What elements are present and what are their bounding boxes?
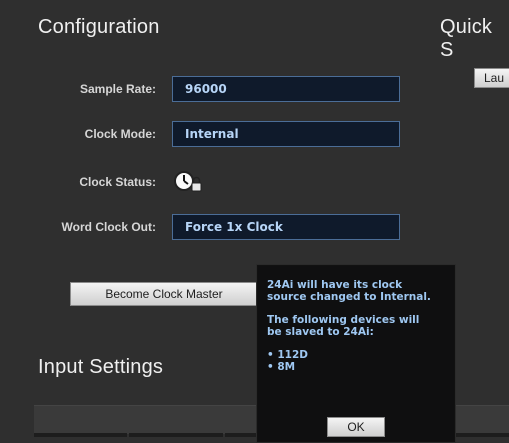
column-segment bbox=[129, 433, 223, 437]
device-item: 112D bbox=[267, 349, 447, 361]
ok-button-label: OK bbox=[347, 420, 365, 434]
word-clock-out-select[interactable]: Force 1x Clock bbox=[172, 214, 400, 240]
popup-line-2: source changed to Internal. bbox=[267, 291, 431, 303]
word-clock-out-value: Force 1x Clock bbox=[185, 220, 283, 234]
popup-line-3: The following devices will bbox=[267, 314, 420, 326]
launch-button-label: Lau bbox=[483, 71, 505, 85]
ok-button[interactable]: OK bbox=[327, 417, 385, 437]
quick-setup-title: Quick S bbox=[440, 16, 493, 61]
sample-rate-select[interactable]: 96000 bbox=[172, 76, 400, 102]
popup-line-4: be slaved to 24Ai: bbox=[267, 326, 374, 338]
clock-mode-label: Clock Mode: bbox=[84, 127, 156, 141]
sample-rate-label: Sample Rate: bbox=[79, 82, 156, 96]
launch-button[interactable]: Lau bbox=[474, 68, 509, 88]
clock-lock-icon bbox=[172, 168, 204, 196]
popup-line-1: 24Ai will have its clock bbox=[267, 279, 403, 291]
word-clock-out-label: Word Clock Out: bbox=[61, 220, 156, 234]
become-clock-master-label: Become Clock Master bbox=[105, 287, 223, 301]
become-clock-master-button[interactable]: Become Clock Master bbox=[70, 282, 258, 306]
clock-mode-select[interactable]: Internal bbox=[172, 121, 400, 147]
column-segment bbox=[34, 433, 128, 437]
clock-mode-value: Internal bbox=[185, 127, 239, 141]
popup-message: 24Ai will have its clock source changed … bbox=[267, 279, 447, 373]
sample-rate-value: 96000 bbox=[185, 82, 227, 96]
configuration-title: Configuration bbox=[38, 16, 160, 38]
clock-status-label: Clock Status: bbox=[79, 175, 156, 189]
clock-change-popup: 24Ai will have its clock source changed … bbox=[256, 264, 456, 443]
input-settings-title: Input Settings bbox=[38, 356, 164, 378]
device-item: 8M bbox=[267, 361, 447, 373]
